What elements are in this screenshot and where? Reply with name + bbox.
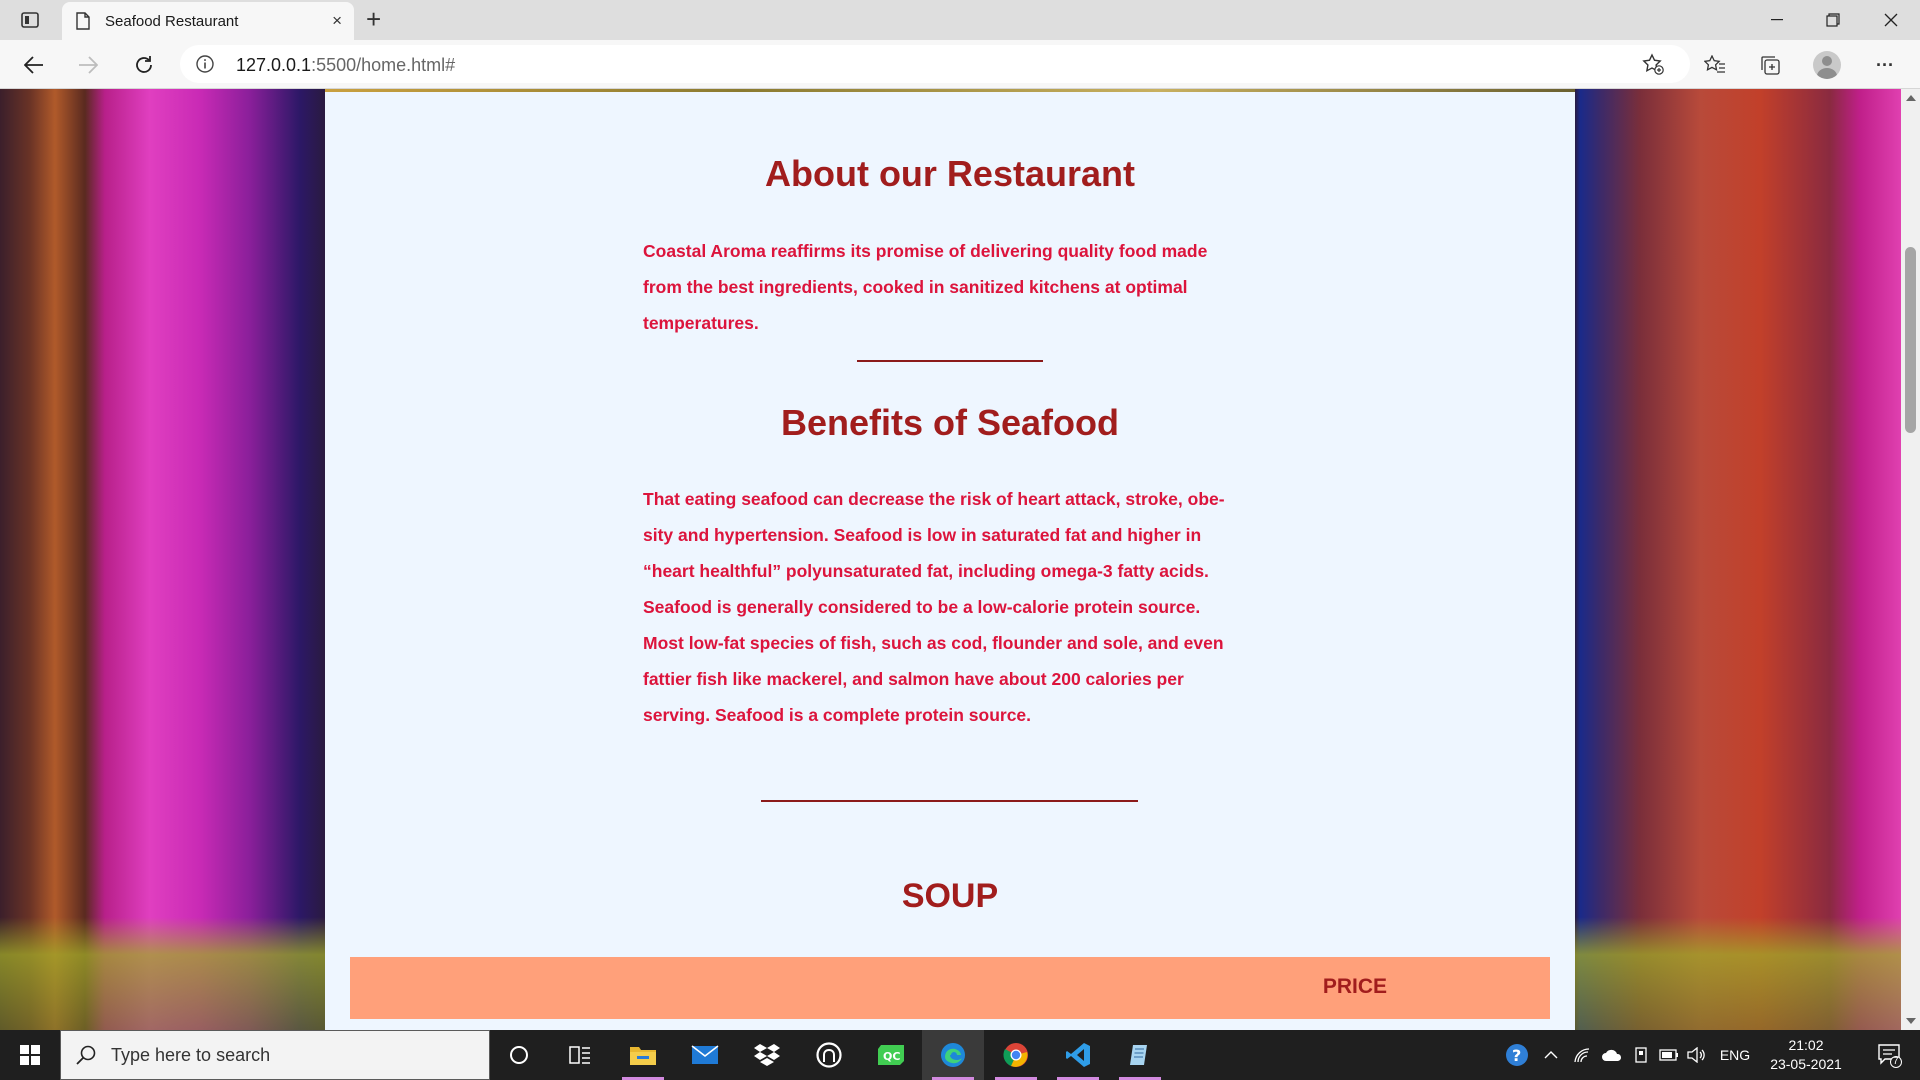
- taskbar-clock[interactable]: 21:02 23-05-2021: [1756, 1036, 1856, 1074]
- restore-button[interactable]: [1805, 0, 1860, 40]
- cortana-icon[interactable]: [488, 1030, 550, 1080]
- task-view-icon[interactable]: [549, 1030, 611, 1080]
- page-viewport: About our Restaurant Coastal Aroma reaff…: [0, 89, 1901, 1030]
- benefits-paragraph: That eating seafood can decrease the ris…: [643, 489, 1225, 725]
- profile-avatar[interactable]: [1810, 49, 1844, 81]
- clock-time: 21:02: [1788, 1037, 1824, 1053]
- collections-icon[interactable]: [1753, 49, 1787, 81]
- about-heading: About our Restaurant: [764, 153, 1135, 194]
- content-panel: About our Restaurant Coastal Aroma reaff…: [325, 89, 1575, 1030]
- browser-toolbar: 127.0.0.1:5500/home.html# ···: [0, 40, 1920, 89]
- battery-icon[interactable]: [1656, 1030, 1682, 1080]
- network-icon[interactable]: [1568, 1030, 1596, 1080]
- soup-heading: SOUP: [901, 877, 999, 915]
- qt-creator-icon[interactable]: QC: [860, 1030, 922, 1080]
- svg-text:QC: QC: [883, 1050, 900, 1063]
- url-host: 127.0.0.1: [236, 55, 312, 75]
- price-column-header: PRICE: [1322, 975, 1387, 998]
- minimize-button[interactable]: [1749, 0, 1804, 40]
- settings-more-button[interactable]: ···: [1868, 49, 1902, 81]
- favorites-icon[interactable]: [1698, 49, 1732, 81]
- url-text[interactable]: 127.0.0.1:5500/home.html#: [236, 55, 455, 76]
- input-language[interactable]: ENG: [1716, 1030, 1754, 1080]
- help-icon[interactable]: ?: [1502, 1030, 1532, 1080]
- forward-button[interactable]: [72, 49, 104, 81]
- close-window-button[interactable]: [1863, 0, 1918, 40]
- refresh-button[interactable]: [128, 49, 160, 81]
- tab-seafood-restaurant[interactable]: Seafood Restaurant ×: [62, 2, 354, 40]
- browser-tab-bar: Seafood Restaurant × +: [0, 0, 1920, 40]
- windows-taskbar: Type here to search QC ? ENG 21:02 23-05…: [0, 1030, 1920, 1080]
- back-button[interactable]: [18, 49, 50, 81]
- page-icon: [76, 12, 90, 35]
- windows-logo-icon: [20, 1045, 40, 1065]
- clock-date: 23-05-2021: [1770, 1056, 1842, 1072]
- tab-actions-icon[interactable]: [14, 8, 46, 32]
- benefits-heading: Benefits of Seafood: [780, 402, 1120, 443]
- file-explorer-icon[interactable]: [612, 1030, 674, 1080]
- dropbox-icon[interactable]: [736, 1030, 798, 1080]
- notification-count-badge: 7: [1893, 1056, 1899, 1067]
- search-placeholder: Type here to search: [111, 1045, 271, 1065]
- search-icon: [75, 1044, 97, 1071]
- device-icon[interactable]: [1628, 1030, 1654, 1080]
- scroll-down-arrow-icon[interactable]: [1906, 1018, 1916, 1024]
- new-tab-button[interactable]: +: [366, 4, 381, 34]
- github-desktop-icon[interactable]: [798, 1030, 860, 1080]
- url-path: :5500/home.html#: [311, 55, 456, 75]
- about-paragraph: Coastal Aroma reaffirms its promise of d…: [643, 241, 1208, 333]
- section-divider: [857, 360, 1043, 362]
- vscode-icon[interactable]: [1047, 1030, 1109, 1080]
- notepad-icon[interactable]: [1109, 1030, 1171, 1080]
- header-image-edge: [325, 89, 1575, 92]
- mail-icon[interactable]: [674, 1030, 736, 1080]
- svg-text:?: ?: [1512, 1046, 1521, 1065]
- show-hidden-icons-chevron-icon[interactable]: [1538, 1030, 1564, 1080]
- tab-title: Seafood Restaurant: [105, 13, 239, 30]
- page-scrollbar[interactable]: [1901, 89, 1920, 1030]
- site-info-icon[interactable]: [196, 55, 214, 78]
- onedrive-cloud-icon[interactable]: [1598, 1030, 1626, 1080]
- start-button[interactable]: [0, 1030, 60, 1080]
- scroll-up-arrow-icon[interactable]: [1906, 95, 1916, 101]
- add-favorite-icon[interactable]: [1642, 53, 1664, 80]
- notification-center-icon[interactable]: 7: [1866, 1030, 1912, 1080]
- chrome-icon[interactable]: [985, 1030, 1047, 1080]
- close-tab-icon[interactable]: ×: [332, 11, 342, 31]
- address-bar[interactable]: 127.0.0.1:5500/home.html#: [180, 45, 1690, 83]
- menu-table-header: PRICE: [350, 957, 1550, 1019]
- section-divider: [761, 800, 1138, 802]
- avatar-icon: [1813, 51, 1841, 79]
- scrollbar-thumb[interactable]: [1905, 247, 1916, 433]
- edge-browser-icon[interactable]: [922, 1030, 984, 1080]
- taskbar-search-box[interactable]: Type here to search: [60, 1030, 490, 1080]
- volume-icon[interactable]: [1684, 1030, 1710, 1080]
